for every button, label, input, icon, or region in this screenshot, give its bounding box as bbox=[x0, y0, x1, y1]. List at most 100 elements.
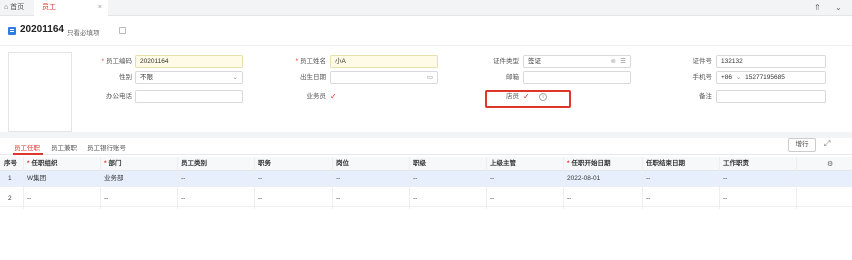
required-mark: * bbox=[567, 160, 570, 167]
table-cell[interactable]: -- bbox=[490, 191, 494, 207]
subtab-parttime[interactable]: 员工兼职 bbox=[51, 142, 77, 152]
col-header[interactable]: * 任职组织 bbox=[27, 157, 58, 171]
required-mark: * bbox=[295, 58, 298, 65]
sales-label: 业务员 bbox=[306, 93, 327, 100]
chevron-down-icon[interactable]: ⌄ bbox=[835, 0, 842, 16]
table-header: 序号 * 任职组织 * 部门 员工类别 职务 岗位 职级 上级主管 * 任职开始日期 … bbox=[0, 157, 852, 171]
table-row[interactable]: 1 W集团 业务部 -- -- -- -- -- 2022-08-01 -- -… bbox=[0, 171, 852, 187]
tab-employee[interactable]: 员工 × bbox=[34, 0, 108, 16]
column-divider bbox=[642, 157, 643, 209]
mobile-value: 15277195685 bbox=[745, 74, 785, 81]
col-header[interactable]: 职级 bbox=[413, 157, 426, 171]
id-no-input[interactable]: 132132 bbox=[716, 55, 826, 68]
table-cell[interactable]: -- bbox=[413, 171, 417, 187]
tab-employee-label: 员工 bbox=[42, 4, 56, 11]
emp-no-label: * 员工编码 bbox=[101, 58, 132, 65]
column-divider bbox=[332, 157, 333, 209]
highlight-box bbox=[485, 90, 571, 108]
column-divider bbox=[23, 157, 24, 209]
table-cell[interactable]: -- bbox=[336, 171, 340, 187]
tab-bar: ⌂ 首页 员工 × ⇑ ⌄ bbox=[0, 0, 852, 16]
id-type-select[interactable]: 签证 ⊗ ☰ bbox=[523, 55, 631, 68]
col-header[interactable]: 员工类别 bbox=[181, 157, 207, 171]
column-settings-icon[interactable]: ⚙ bbox=[827, 160, 833, 168]
only-required-checkbox[interactable] bbox=[119, 27, 126, 34]
required-mark: * bbox=[104, 160, 107, 167]
record-icon bbox=[8, 27, 16, 35]
section-divider bbox=[0, 132, 852, 138]
list-icon[interactable]: ☰ bbox=[620, 56, 626, 67]
table-cell[interactable]: -- bbox=[258, 191, 262, 207]
table-row[interactable]: 2 -- -- -- -- -- -- -- -- -- -- bbox=[0, 191, 852, 207]
col-header[interactable]: 序号 bbox=[4, 157, 17, 171]
table-cell[interactable]: -- bbox=[336, 191, 340, 207]
column-divider bbox=[563, 157, 564, 209]
mobile-input[interactable]: +86 ⌄ 15277195685 bbox=[716, 71, 826, 84]
gender-label: 性别 bbox=[119, 74, 132, 81]
email-label: 邮箱 bbox=[506, 74, 519, 81]
table-cell[interactable]: -- bbox=[258, 171, 262, 187]
table-cell: 1 bbox=[8, 175, 12, 182]
tab-home[interactable]: ⌂ 首页 bbox=[4, 0, 24, 16]
col-header[interactable]: 任职结束日期 bbox=[646, 157, 685, 171]
email-input[interactable] bbox=[523, 71, 631, 84]
page-title: 20201164 bbox=[20, 24, 64, 35]
subtab-employment[interactable]: 员工任职 bbox=[14, 142, 40, 152]
table-cell[interactable]: W集团 bbox=[27, 171, 46, 187]
collapse-up-icon[interactable]: ⇑ bbox=[814, 0, 821, 16]
id-type-label: 证件类型 bbox=[493, 58, 519, 65]
birth-date-picker[interactable]: ▭ bbox=[330, 71, 438, 84]
table-cell[interactable]: -- bbox=[723, 171, 727, 187]
table-cell[interactable]: -- bbox=[181, 191, 185, 207]
record-header: 20201164 只看必填项 bbox=[0, 16, 852, 46]
only-required-label: 只看必填项 bbox=[67, 30, 100, 37]
column-divider bbox=[796, 157, 797, 209]
col-header[interactable]: 上级主管 bbox=[490, 157, 516, 171]
table-cell[interactable]: 2022-08-01 bbox=[567, 171, 600, 187]
birth-label: 出生日期 bbox=[300, 74, 326, 81]
emp-no-input[interactable]: 20201164 bbox=[135, 55, 243, 68]
col-header[interactable]: * 部门 bbox=[104, 157, 122, 171]
column-divider bbox=[486, 157, 487, 209]
table-cell[interactable]: -- bbox=[104, 191, 108, 207]
column-divider bbox=[177, 157, 178, 209]
required-mark: * bbox=[27, 160, 30, 167]
mobile-label: 手机号 bbox=[692, 74, 713, 81]
col-header[interactable]: 职务 bbox=[258, 157, 271, 171]
column-divider bbox=[719, 157, 720, 209]
col-header[interactable]: 工作职责 bbox=[723, 157, 749, 171]
table-cell[interactable]: -- bbox=[181, 171, 185, 187]
subtab-bank-account[interactable]: 员工银行账号 bbox=[87, 142, 126, 152]
remark-input[interactable] bbox=[716, 90, 826, 103]
chevron-down-icon: ⌄ bbox=[735, 74, 742, 81]
active-tab-indicator bbox=[13, 153, 43, 155]
required-mark: * bbox=[101, 58, 104, 65]
table-cell[interactable]: -- bbox=[413, 191, 417, 207]
close-icon[interactable]: × bbox=[98, 0, 102, 16]
chevron-down-icon: ⌄ bbox=[232, 74, 238, 81]
id-type-value: 签证 bbox=[528, 58, 541, 65]
gender-select[interactable]: 不限 ⌄ bbox=[135, 71, 243, 84]
table-cell[interactable]: -- bbox=[27, 191, 31, 207]
add-row-button[interactable]: 增行 bbox=[788, 138, 816, 152]
column-divider bbox=[409, 157, 410, 209]
calendar-icon[interactable]: ▭ bbox=[427, 72, 433, 83]
col-header[interactable]: 岗位 bbox=[336, 157, 349, 171]
emp-name-input[interactable]: 小A bbox=[330, 55, 438, 68]
sales-checkbox[interactable]: ✓ bbox=[330, 91, 337, 103]
table-cell[interactable]: -- bbox=[567, 191, 571, 207]
table-cell[interactable]: 业务部 bbox=[104, 171, 124, 187]
table-cell[interactable]: -- bbox=[723, 191, 727, 207]
col-header[interactable]: * 任职开始日期 bbox=[567, 157, 611, 171]
office-phone-input[interactable] bbox=[135, 90, 243, 103]
table-cell[interactable]: -- bbox=[646, 191, 650, 207]
gender-value: 不限 bbox=[140, 74, 153, 81]
country-code[interactable]: +86 bbox=[721, 74, 732, 81]
employee-photo[interactable] bbox=[8, 52, 72, 132]
expand-icon[interactable]: ⤢ bbox=[824, 139, 830, 149]
table-cell: 2 bbox=[8, 195, 12, 202]
table-cell[interactable]: -- bbox=[490, 171, 494, 187]
clear-icon[interactable]: ⊗ bbox=[611, 56, 616, 67]
remark-label: 备注 bbox=[699, 93, 712, 100]
table-cell[interactable]: -- bbox=[646, 171, 650, 187]
